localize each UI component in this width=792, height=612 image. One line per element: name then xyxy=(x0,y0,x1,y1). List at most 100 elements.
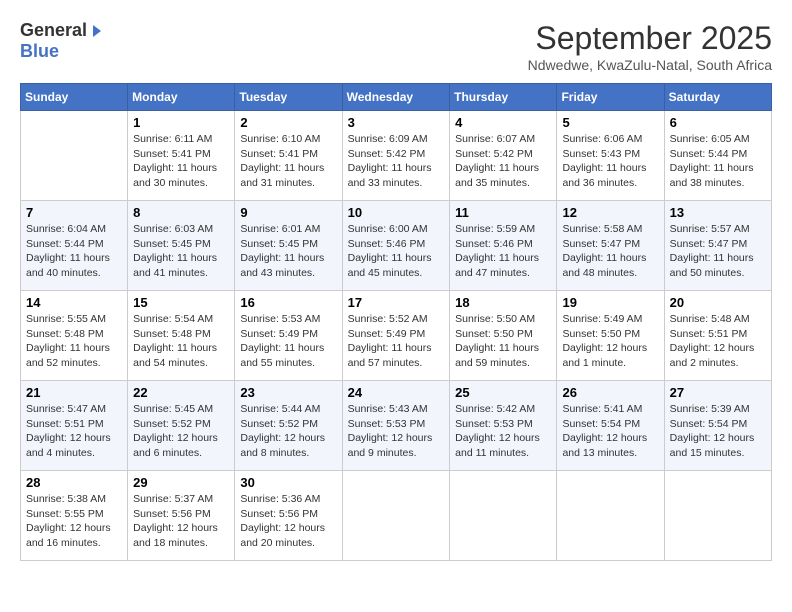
logo: General Blue xyxy=(20,20,105,62)
day-number: 16 xyxy=(240,295,336,310)
weekday-header-saturday: Saturday xyxy=(664,84,771,111)
calendar-cell: 14Sunrise: 5:55 AM Sunset: 5:48 PM Dayli… xyxy=(21,291,128,381)
day-info: Sunrise: 5:55 AM Sunset: 5:48 PM Dayligh… xyxy=(26,312,122,371)
calendar-cell: 22 Sunrise: 5:45 AM Sunset: 5:52 PM Dayli… xyxy=(128,381,235,471)
location-subtitle: Ndwedwe, KwaZulu-Natal, South Africa xyxy=(528,57,772,73)
weekday-header-friday: Friday xyxy=(557,84,664,111)
day-info: Sunrise: 6:07 AM Sunset: 5:42 PM Dayligh… xyxy=(455,132,551,191)
day-info: Sunrise: 6:04 AM Sunset: 5:44 PM Dayligh… xyxy=(26,222,122,281)
calendar-header-row: SundayMondayTuesdayWednesdayThursdayFrid… xyxy=(21,84,772,111)
day-info: Sunrise: 5:52 AM Sunset: 5:49 PM Dayligh… xyxy=(348,312,445,371)
day-info: Sunrise: 5:44 AM Sunset: 5:52 PM Dayligh… xyxy=(240,402,336,461)
calendar-cell: 4 Sunrise: 6:07 AM Sunset: 5:42 PM Daylig… xyxy=(450,111,557,201)
day-info: Sunrise: 5:37 AM Sunset: 5:56 PM Dayligh… xyxy=(133,492,229,551)
calendar-cell: 5 Sunrise: 6:06 AM Sunset: 5:43 PM Daylig… xyxy=(557,111,664,201)
calendar-cell: 20 Sunrise: 5:48 AM Sunset: 5:51 PM Dayli… xyxy=(664,291,771,381)
weekday-header-wednesday: Wednesday xyxy=(342,84,450,111)
calendar-cell: 6 Sunrise: 6:05 AM Sunset: 5:44 PM Daylig… xyxy=(664,111,771,201)
day-number: 10 xyxy=(348,205,445,220)
day-number: 6 xyxy=(670,115,766,130)
day-number: 21 xyxy=(26,385,122,400)
calendar-cell: 17 Sunrise: 5:52 AM Sunset: 5:49 PM Dayli… xyxy=(342,291,450,381)
calendar-cell: 27Sunrise: 5:39 AM Sunset: 5:54 PM Dayli… xyxy=(664,381,771,471)
calendar-week-row: 1 Sunrise: 6:11 AM Sunset: 5:41 PM Daylig… xyxy=(21,111,772,201)
weekday-header-tuesday: Tuesday xyxy=(235,84,342,111)
calendar-cell: 8Sunrise: 6:03 AM Sunset: 5:45 PM Daylig… xyxy=(128,201,235,291)
calendar-cell: 24Sunrise: 5:43 AM Sunset: 5:53 PM Dayli… xyxy=(342,381,450,471)
day-number: 2 xyxy=(240,115,336,130)
calendar-body: 1 Sunrise: 6:11 AM Sunset: 5:41 PM Daylig… xyxy=(21,111,772,561)
calendar-cell xyxy=(21,111,128,201)
calendar-week-row: 21 Sunrise: 5:47 AM Sunset: 5:51 PM Dayli… xyxy=(21,381,772,471)
day-info: Sunrise: 5:47 AM Sunset: 5:51 PM Dayligh… xyxy=(26,402,122,461)
calendar-cell: 19 Sunrise: 5:49 AM Sunset: 5:50 PM Dayli… xyxy=(557,291,664,381)
calendar-cell: 28 Sunrise: 5:38 AM Sunset: 5:55 PM Dayli… xyxy=(21,471,128,561)
day-info: Sunrise: 6:00 AM Sunset: 5:46 PM Dayligh… xyxy=(348,222,445,281)
day-info: Sunrise: 6:01 AM Sunset: 5:45 PM Dayligh… xyxy=(240,222,336,281)
weekday-header-thursday: Thursday xyxy=(450,84,557,111)
day-number: 28 xyxy=(26,475,122,490)
day-number: 22 xyxy=(133,385,229,400)
logo-blue-text: Blue xyxy=(20,41,59,62)
day-info: Sunrise: 5:39 AM Sunset: 5:54 PM Dayligh… xyxy=(670,402,766,461)
day-info: Sunrise: 6:06 AM Sunset: 5:43 PM Dayligh… xyxy=(562,132,658,191)
month-title: September 2025 xyxy=(528,20,772,57)
calendar-cell xyxy=(664,471,771,561)
day-number: 12 xyxy=(562,205,658,220)
calendar-cell: 15 Sunrise: 5:54 AM Sunset: 5:48 PM Dayli… xyxy=(128,291,235,381)
day-info: Sunrise: 5:59 AM Sunset: 5:46 PM Dayligh… xyxy=(455,222,551,281)
calendar-week-row: 14Sunrise: 5:55 AM Sunset: 5:48 PM Dayli… xyxy=(21,291,772,381)
calendar-cell: 26 Sunrise: 5:41 AM Sunset: 5:54 PM Dayli… xyxy=(557,381,664,471)
day-info: Sunrise: 5:45 AM Sunset: 5:52 PM Dayligh… xyxy=(133,402,229,461)
calendar-cell xyxy=(342,471,450,561)
day-info: Sunrise: 5:42 AM Sunset: 5:53 PM Dayligh… xyxy=(455,402,551,461)
day-number: 25 xyxy=(455,385,551,400)
day-info: Sunrise: 5:48 AM Sunset: 5:51 PM Dayligh… xyxy=(670,312,766,371)
day-number: 7 xyxy=(26,205,122,220)
calendar-week-row: 28 Sunrise: 5:38 AM Sunset: 5:55 PM Dayli… xyxy=(21,471,772,561)
calendar-cell: 12Sunrise: 5:58 AM Sunset: 5:47 PM Dayli… xyxy=(557,201,664,291)
day-number: 26 xyxy=(562,385,658,400)
header: General Blue September 2025 Ndwedwe, Kwa… xyxy=(20,20,772,73)
calendar-cell: 16 Sunrise: 5:53 AM Sunset: 5:49 PM Dayli… xyxy=(235,291,342,381)
day-info: Sunrise: 5:50 AM Sunset: 5:50 PM Dayligh… xyxy=(455,312,551,371)
calendar-cell: 21 Sunrise: 5:47 AM Sunset: 5:51 PM Dayli… xyxy=(21,381,128,471)
calendar-cell: 9 Sunrise: 6:01 AM Sunset: 5:45 PM Daylig… xyxy=(235,201,342,291)
calendar-cell: 29 Sunrise: 5:37 AM Sunset: 5:56 PM Dayli… xyxy=(128,471,235,561)
logo-general-text: General xyxy=(20,20,87,41)
calendar-cell: 10 Sunrise: 6:00 AM Sunset: 5:46 PM Dayli… xyxy=(342,201,450,291)
calendar-cell: 3Sunrise: 6:09 AM Sunset: 5:42 PM Daylig… xyxy=(342,111,450,201)
weekday-header-sunday: Sunday xyxy=(21,84,128,111)
day-info: Sunrise: 6:09 AM Sunset: 5:42 PM Dayligh… xyxy=(348,132,445,191)
day-number: 15 xyxy=(133,295,229,310)
calendar-week-row: 7 Sunrise: 6:04 AM Sunset: 5:44 PM Daylig… xyxy=(21,201,772,291)
day-info: Sunrise: 5:54 AM Sunset: 5:48 PM Dayligh… xyxy=(133,312,229,371)
day-number: 17 xyxy=(348,295,445,310)
calendar-cell xyxy=(450,471,557,561)
calendar-cell: 11 Sunrise: 5:59 AM Sunset: 5:46 PM Dayli… xyxy=(450,201,557,291)
day-number: 8 xyxy=(133,205,229,220)
calendar-cell: 13Sunrise: 5:57 AM Sunset: 5:47 PM Dayli… xyxy=(664,201,771,291)
day-number: 9 xyxy=(240,205,336,220)
day-info: Sunrise: 5:49 AM Sunset: 5:50 PM Dayligh… xyxy=(562,312,658,371)
day-number: 1 xyxy=(133,115,229,130)
calendar-cell xyxy=(557,471,664,561)
day-info: Sunrise: 6:11 AM Sunset: 5:41 PM Dayligh… xyxy=(133,132,229,191)
day-number: 11 xyxy=(455,205,551,220)
day-info: Sunrise: 5:53 AM Sunset: 5:49 PM Dayligh… xyxy=(240,312,336,371)
day-number: 24 xyxy=(348,385,445,400)
day-number: 13 xyxy=(670,205,766,220)
day-number: 29 xyxy=(133,475,229,490)
calendar-table: SundayMondayTuesdayWednesdayThursdayFrid… xyxy=(20,83,772,561)
day-info: Sunrise: 5:41 AM Sunset: 5:54 PM Dayligh… xyxy=(562,402,658,461)
calendar-cell: 30Sunrise: 5:36 AM Sunset: 5:56 PM Dayli… xyxy=(235,471,342,561)
day-info: Sunrise: 5:38 AM Sunset: 5:55 PM Dayligh… xyxy=(26,492,122,551)
day-number: 5 xyxy=(562,115,658,130)
day-number: 23 xyxy=(240,385,336,400)
day-number: 19 xyxy=(562,295,658,310)
day-number: 20 xyxy=(670,295,766,310)
logo-icon xyxy=(89,23,105,39)
day-number: 4 xyxy=(455,115,551,130)
day-info: Sunrise: 6:05 AM Sunset: 5:44 PM Dayligh… xyxy=(670,132,766,191)
calendar-cell: 2Sunrise: 6:10 AM Sunset: 5:41 PM Daylig… xyxy=(235,111,342,201)
